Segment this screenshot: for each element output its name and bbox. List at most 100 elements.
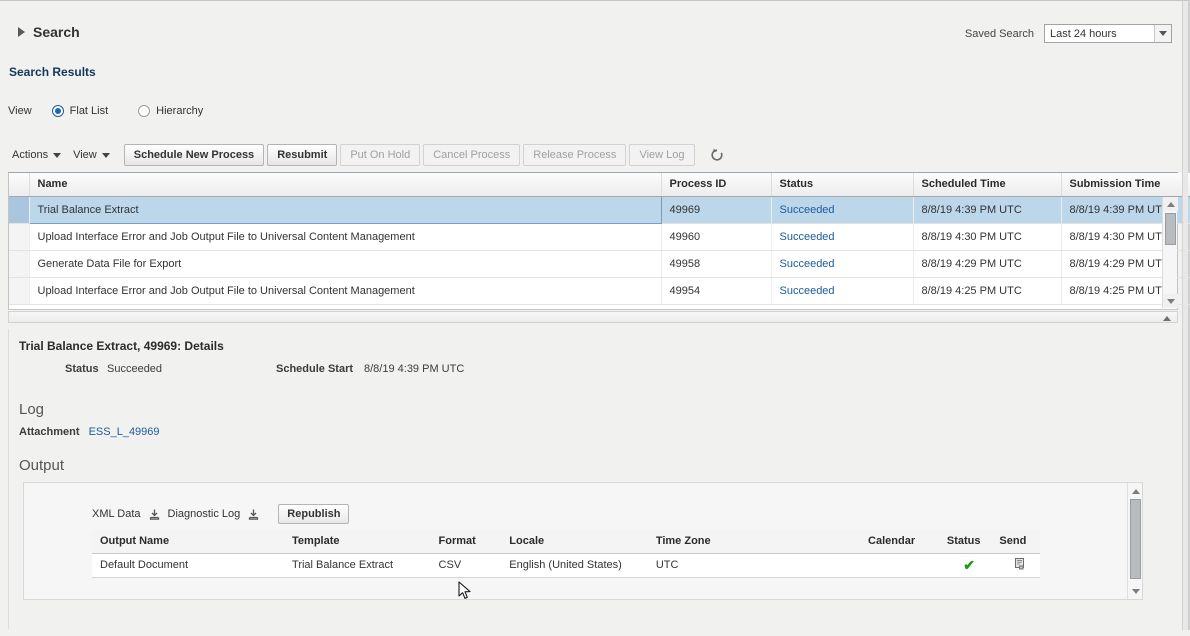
table-row[interactable]: Generate Data File for Export 49958 Succ…: [9, 250, 1190, 277]
scroll-up-icon[interactable]: [1128, 485, 1143, 497]
cell-status[interactable]: Succeeded: [771, 250, 913, 277]
output-cell-template: Trial Balance Extract: [284, 553, 431, 577]
column-header-name[interactable]: Name: [29, 173, 661, 196]
row-gutter: [9, 196, 29, 223]
log-section-heading: Log: [19, 401, 44, 418]
diagnostic-log-label: Diagnostic Log: [168, 508, 241, 520]
cell-scheduled-time: 8/8/19 4:25 PM UTC: [913, 277, 1061, 304]
status-link[interactable]: Succeeded: [780, 285, 835, 297]
output-cell-format: CSV: [431, 553, 502, 577]
details-title: Trial Balance Extract, 49969: Details: [19, 339, 224, 353]
cell-name[interactable]: Generate Data File for Export: [29, 250, 661, 277]
column-header-scheduled-time[interactable]: Scheduled Time: [913, 173, 1061, 196]
output-cell-calendar: [860, 553, 939, 577]
republish-button[interactable]: Republish: [278, 504, 349, 524]
status-field-label: Status: [65, 363, 99, 375]
view-menu[interactable]: View: [69, 146, 118, 164]
attachment-link[interactable]: ESS_L_49969: [89, 426, 160, 438]
radio-hierarchy-input[interactable]: [138, 105, 150, 117]
table-row[interactable]: Trial Balance Extract 49969 Succeeded 8/…: [9, 196, 1190, 223]
details-panel: Trial Balance Extract, 49969: Details St…: [8, 329, 1178, 629]
cell-process-id: 49958: [661, 250, 771, 277]
table-header-row: Name Process ID Status Scheduled Time Su…: [9, 173, 1190, 196]
xml-data-label: XML Data: [92, 508, 141, 520]
column-header-process-id[interactable]: Process ID: [661, 173, 771, 196]
radio-hierarchy[interactable]: Hierarchy: [138, 105, 203, 117]
output-column-time-zone: Time Zone: [648, 530, 860, 553]
schedule-start-value: 8/8/19 4:39 PM UTC: [364, 363, 464, 375]
schedule-new-process-button[interactable]: Schedule New Process: [124, 144, 264, 166]
collapse-panel-icon[interactable]: [1161, 314, 1173, 322]
status-link[interactable]: Succeeded: [780, 231, 835, 243]
output-column-output-name: Output Name: [92, 530, 284, 553]
cell-name[interactable]: Upload Interface Error and Job Output Fi…: [29, 223, 661, 250]
cell-scheduled-time: 8/8/19 4:39 PM UTC: [913, 196, 1061, 223]
status-field-value: Succeeded: [107, 363, 162, 375]
mouse-cursor-icon: [458, 581, 472, 604]
output-column-send: Send: [991, 530, 1040, 553]
cell-name[interactable]: Trial Balance Extract: [29, 196, 661, 223]
cell-name[interactable]: Upload Interface Error and Job Output Fi…: [29, 277, 661, 304]
resubmit-button[interactable]: Resubmit: [267, 144, 337, 166]
release-process-button: Release Process: [523, 144, 626, 166]
green-check-icon: ✔: [963, 557, 975, 573]
send-document-icon[interactable]: [1013, 562, 1027, 574]
output-cell-name: Default Document: [92, 553, 284, 577]
output-cell-locale: English (United States): [501, 553, 648, 577]
table-row[interactable]: Upload Interface Error and Job Output Fi…: [9, 277, 1190, 304]
refresh-icon[interactable]: [706, 144, 728, 166]
scroll-down-icon[interactable]: [1163, 294, 1178, 308]
actions-menu[interactable]: Actions: [8, 146, 69, 164]
saved-search-group: Saved Search Last 24 hours: [965, 24, 1172, 43]
radio-flat-list[interactable]: Flat List: [52, 105, 109, 117]
search-title: Search: [33, 24, 80, 40]
output-header-row: Output Name Template Format Locale Time …: [92, 530, 1040, 553]
output-toolbar: XML Data Diagnostic Log Republish: [92, 504, 349, 524]
cell-process-id: 49960: [661, 223, 771, 250]
radio-flat-list-label: Flat List: [70, 105, 109, 117]
scroll-down-icon[interactable]: [1128, 585, 1143, 597]
saved-search-select[interactable]: Last 24 hours: [1044, 24, 1172, 43]
attachment-label: Attachment: [19, 426, 80, 438]
cell-status[interactable]: Succeeded: [771, 277, 913, 304]
download-icon[interactable]: [247, 508, 260, 521]
output-column-status: Status: [939, 530, 992, 553]
search-section-toggle[interactable]: Search: [18, 24, 80, 40]
output-column-format: Format: [431, 530, 502, 553]
output-cell-status: ✔: [939, 553, 992, 577]
panel-splitter[interactable]: [8, 311, 1178, 323]
cell-status[interactable]: Succeeded: [771, 196, 913, 223]
output-panel-scrollbar[interactable]: [1127, 483, 1142, 599]
output-column-template: Template: [284, 530, 431, 553]
process-monitor-page: Search Saved Search Last 24 hours Search…: [0, 0, 1190, 636]
actions-menu-label: Actions: [12, 149, 48, 161]
column-header-status[interactable]: Status: [771, 173, 913, 196]
chevron-down-icon[interactable]: [1154, 25, 1171, 42]
table-row[interactable]: Upload Interface Error and Job Output Fi…: [9, 223, 1190, 250]
process-results-table: Name Process ID Status Scheduled Time Su…: [8, 172, 1178, 310]
results-toolbar: Actions View Schedule New Process Resubm…: [8, 143, 1178, 167]
output-cell-time-zone: UTC: [648, 553, 860, 577]
output-section-heading: Output: [19, 457, 64, 474]
put-on-hold-button: Put On Hold: [340, 144, 420, 166]
status-link[interactable]: Succeeded: [780, 258, 835, 270]
output-table: Output Name Template Format Locale Time …: [92, 530, 1040, 578]
search-header: Search Saved Search Last 24 hours: [0, 2, 1188, 46]
scrollbar-thumb[interactable]: [1165, 213, 1176, 245]
view-label: View: [8, 105, 32, 117]
cancel-process-button: Cancel Process: [423, 144, 520, 166]
column-header-submission-time[interactable]: Submission Time: [1061, 173, 1190, 196]
chevron-down-icon: [102, 153, 110, 158]
results-table-scrollbar[interactable]: [1162, 197, 1177, 308]
output-cell-send[interactable]: [991, 553, 1040, 577]
scrollbar-thumb[interactable]: [1130, 499, 1141, 579]
scroll-up-icon[interactable]: [1163, 197, 1178, 211]
download-icon[interactable]: [148, 508, 161, 521]
cell-status[interactable]: Succeeded: [771, 223, 913, 250]
radio-flat-list-input[interactable]: [52, 105, 64, 117]
status-link[interactable]: Succeeded: [780, 204, 835, 216]
row-gutter: [9, 223, 29, 250]
search-results-title: Search Results: [9, 65, 96, 79]
row-gutter: [9, 250, 29, 277]
output-table-row[interactable]: Default Document Trial Balance Extract C…: [92, 553, 1040, 577]
